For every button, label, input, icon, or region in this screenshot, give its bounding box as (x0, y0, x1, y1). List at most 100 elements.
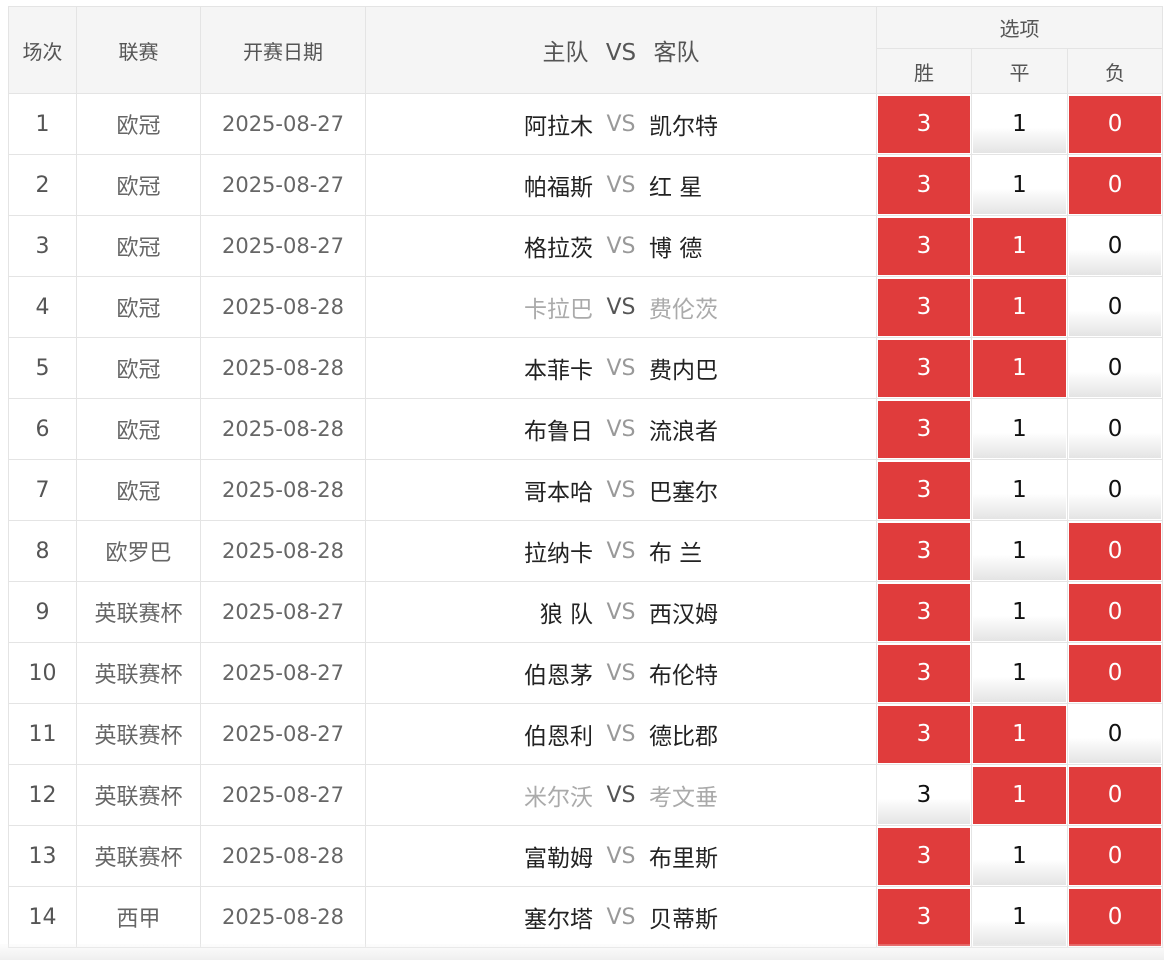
option-win-cell[interactable]: 3 (876, 337, 972, 399)
vs-label: VS (606, 721, 636, 747)
option-draw-button[interactable]: 1 (973, 217, 1066, 275)
option-draw-button[interactable]: 1 (973, 644, 1066, 702)
option-draw-cell[interactable]: 1 (971, 825, 1068, 887)
option-loss-cell[interactable]: 0 (1066, 459, 1164, 521)
option-win-cell[interactable]: 3 (876, 764, 972, 826)
option-win-button[interactable]: 3 (878, 461, 970, 519)
option-loss-cell[interactable]: 0 (1066, 886, 1164, 948)
match-date: 2025-08-28 (200, 398, 366, 460)
option-loss-button[interactable]: 0 (1069, 888, 1162, 946)
option-win-cell[interactable]: 3 (876, 154, 972, 216)
option-loss-cell[interactable]: 0 (1066, 703, 1164, 765)
option-win-button[interactable]: 3 (878, 400, 970, 458)
option-win-cell[interactable]: 3 (876, 886, 972, 948)
option-loss-cell[interactable]: 0 (1066, 93, 1164, 155)
option-draw-cell[interactable]: 1 (971, 93, 1068, 155)
option-draw-button[interactable]: 1 (973, 888, 1066, 946)
option-win-button[interactable]: 3 (878, 339, 970, 397)
option-win-button[interactable]: 3 (878, 522, 970, 580)
table-row: 12 英联赛杯 2025-08-27 米尔沃 VS 考文垂 3 1 0 (8, 764, 1164, 826)
option-loss-button[interactable]: 0 (1069, 827, 1162, 885)
option-loss-cell[interactable]: 0 (1066, 825, 1164, 887)
option-loss-button[interactable]: 0 (1069, 705, 1162, 763)
option-loss-button[interactable]: 0 (1069, 461, 1162, 519)
option-win-cell[interactable]: 3 (876, 215, 972, 277)
option-draw-button[interactable]: 1 (973, 827, 1066, 885)
option-loss-cell[interactable]: 0 (1066, 337, 1164, 399)
option-loss-button[interactable]: 0 (1069, 400, 1162, 458)
option-loss-button[interactable]: 0 (1069, 522, 1162, 580)
option-win-button[interactable]: 3 (878, 888, 970, 946)
option-draw-cell[interactable]: 1 (971, 276, 1068, 338)
option-loss-button[interactable]: 0 (1069, 583, 1162, 641)
option-draw-cell[interactable]: 1 (971, 642, 1068, 704)
option-draw-button[interactable]: 1 (973, 705, 1066, 763)
option-win-button[interactable]: 3 (878, 766, 970, 824)
option-loss-cell[interactable]: 0 (1066, 764, 1164, 826)
option-draw-cell[interactable]: 1 (971, 520, 1068, 582)
option-win-button[interactable]: 3 (878, 583, 970, 641)
option-win-cell[interactable]: 3 (876, 825, 972, 887)
option-loss-cell[interactable]: 0 (1066, 520, 1164, 582)
option-loss-cell[interactable]: 0 (1066, 276, 1164, 338)
option-win-button[interactable]: 3 (878, 705, 970, 763)
option-loss-button[interactable]: 0 (1069, 156, 1162, 214)
home-team: 富勒姆 (524, 846, 593, 872)
option-loss-button[interactable]: 0 (1069, 217, 1162, 275)
option-loss-button[interactable]: 0 (1069, 339, 1162, 397)
option-draw-button[interactable]: 1 (973, 156, 1066, 214)
league-name: 英联赛杯 (76, 703, 201, 765)
option-draw-button[interactable]: 1 (973, 583, 1066, 641)
option-win-cell[interactable]: 3 (876, 642, 972, 704)
option-win-button[interactable]: 3 (878, 827, 970, 885)
option-draw-button[interactable]: 1 (973, 278, 1066, 336)
option-draw-cell[interactable]: 1 (971, 215, 1068, 277)
option-loss-cell[interactable]: 0 (1066, 642, 1164, 704)
option-draw-cell[interactable]: 1 (971, 337, 1068, 399)
option-draw-cell[interactable]: 1 (971, 398, 1068, 460)
option-draw-button[interactable]: 1 (973, 400, 1066, 458)
option-draw-cell[interactable]: 1 (971, 459, 1068, 521)
option-draw-cell[interactable]: 1 (971, 581, 1068, 643)
option-draw-button[interactable]: 1 (973, 766, 1066, 824)
option-draw-cell[interactable]: 1 (971, 154, 1068, 216)
option-loss-cell[interactable]: 0 (1066, 398, 1164, 460)
option-win-button[interactable]: 3 (878, 278, 970, 336)
option-draw-cell[interactable]: 1 (971, 764, 1068, 826)
teams: 米尔沃 VS 考文垂 (366, 778, 876, 812)
away-team: 布里斯 (649, 846, 718, 872)
option-loss-button[interactable]: 0 (1069, 766, 1162, 824)
option-draw-button[interactable]: 1 (973, 95, 1066, 153)
match-date: 2025-08-28 (200, 276, 366, 338)
option-win-cell[interactable]: 3 (876, 276, 972, 338)
option-draw-cell[interactable]: 1 (971, 886, 1068, 948)
teams-cell: 卡拉巴 VS 费伦茨 (365, 276, 877, 338)
option-win-cell[interactable]: 3 (876, 398, 972, 460)
league-name: 欧冠 (76, 398, 201, 460)
option-win-button[interactable]: 3 (878, 644, 970, 702)
match-date: 2025-08-27 (200, 642, 366, 704)
option-loss-button[interactable]: 0 (1069, 644, 1162, 702)
option-loss-cell[interactable]: 0 (1066, 154, 1164, 216)
option-win-cell[interactable]: 3 (876, 459, 972, 521)
option-loss-cell[interactable]: 0 (1066, 215, 1164, 277)
table-row: 5 欧冠 2025-08-28 本菲卡 VS 费内巴 3 1 0 (8, 337, 1164, 399)
away-team: 流浪者 (649, 419, 718, 445)
option-win-cell[interactable]: 3 (876, 703, 972, 765)
option-win-button[interactable]: 3 (878, 217, 970, 275)
option-loss-button[interactable]: 0 (1069, 278, 1162, 336)
option-draw-cell[interactable]: 1 (971, 703, 1068, 765)
option-win-cell[interactable]: 3 (876, 93, 972, 155)
away-team: 西汉姆 (649, 602, 718, 628)
option-loss-button[interactable]: 0 (1069, 95, 1162, 153)
option-win-button[interactable]: 3 (878, 95, 970, 153)
option-draw-button[interactable]: 1 (973, 339, 1066, 397)
option-win-button[interactable]: 3 (878, 156, 970, 214)
option-draw-button[interactable]: 1 (973, 461, 1066, 519)
away-team: 考文垂 (649, 785, 718, 811)
option-draw-button[interactable]: 1 (973, 522, 1066, 580)
option-win-cell[interactable]: 3 (876, 520, 972, 582)
option-loss-cell[interactable]: 0 (1066, 581, 1164, 643)
teams-cell: 布鲁日 VS 流浪者 (365, 398, 877, 460)
option-win-cell[interactable]: 3 (876, 581, 972, 643)
